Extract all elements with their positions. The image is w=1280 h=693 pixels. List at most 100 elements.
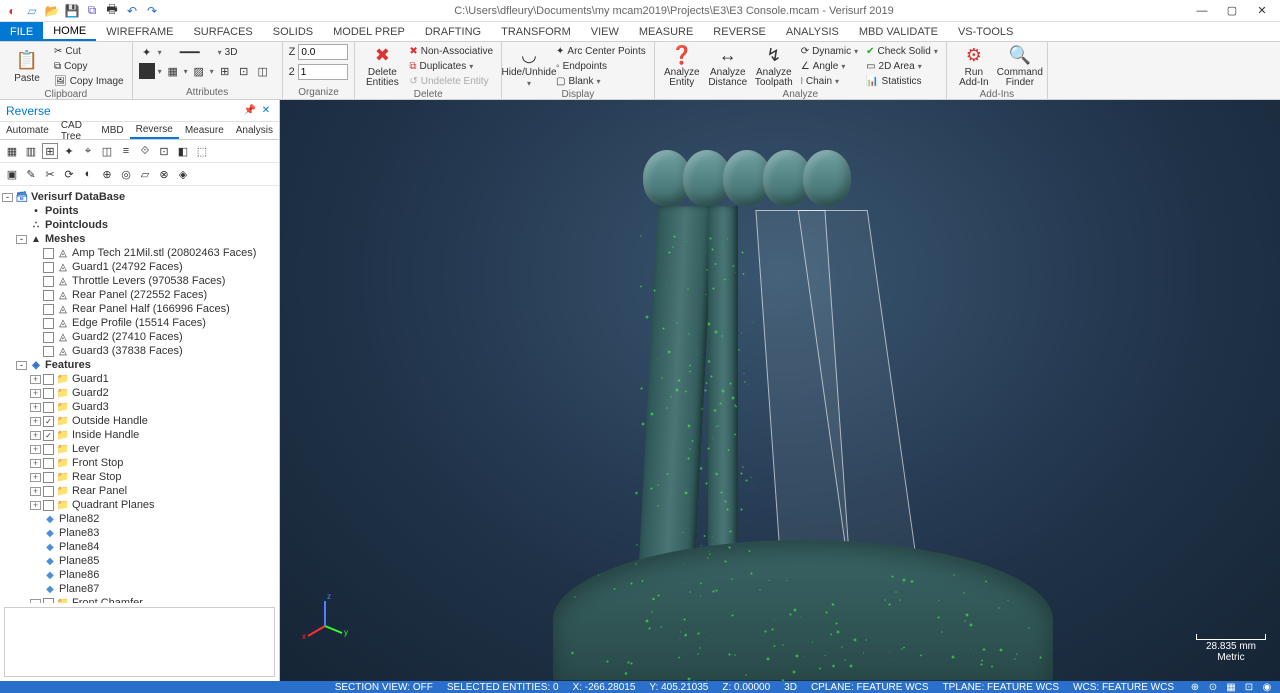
tree-node[interactable]: ◆Plane87 (2, 582, 277, 596)
tb-icon[interactable]: ⊗ (156, 166, 172, 182)
tree-node[interactable]: -🗃Verisurf DataBase (2, 190, 277, 204)
tree-expand-icon[interactable]: + (30, 375, 41, 384)
ptab-analysis[interactable]: Analysis (230, 122, 279, 139)
analyze-entity-button[interactable]: ❓Analyze Entity (661, 44, 703, 88)
status-view-icon[interactable]: ⊙ (1206, 681, 1220, 693)
blank-button[interactable]: ▢Blank▾ (554, 74, 648, 88)
undo-icon[interactable]: ↶ (124, 3, 140, 19)
z-input[interactable] (298, 44, 348, 60)
tb-icon[interactable]: ◐ (80, 166, 96, 182)
status-section[interactable]: SECTION VIEW: OFF (335, 682, 433, 693)
tree-node[interactable]: ◬Guard1 (24792 Faces) (2, 260, 277, 274)
tree-node[interactable]: -▲Meshes (2, 232, 277, 246)
attr-icon3[interactable]: ◫ (255, 63, 271, 79)
color-icon[interactable] (139, 63, 155, 79)
checksolid-button[interactable]: ✔Check Solid▾ (864, 44, 940, 58)
tree-checkbox[interactable] (43, 318, 54, 329)
tree-node[interactable]: ◬Amp Tech 21Mil.stl (20802463 Faces) (2, 246, 277, 260)
tree-node[interactable]: -📁Front Chamfer (2, 596, 277, 603)
tree-node[interactable]: +📁Rear Stop (2, 470, 277, 484)
tree-node[interactable]: ◬Rear Panel (272552 Faces) (2, 288, 277, 302)
tb-icon[interactable]: ≡ (118, 143, 134, 159)
tree-node[interactable]: ◬Guard3 (37838 Faces) (2, 344, 277, 358)
close-button[interactable]: ✕ (1248, 1, 1276, 21)
tree-expand-icon[interactable]: + (30, 473, 41, 482)
status-cplane[interactable]: CPLANE: FEATURE WCS (811, 682, 929, 693)
tree-checkbox[interactable] (43, 402, 54, 413)
tree-node[interactable]: ◬Rear Panel Half (166996 Faces) (2, 302, 277, 316)
tree-expand-icon[interactable]: + (30, 501, 41, 510)
status-cfg-icon[interactable]: ⊡ (1242, 681, 1256, 693)
tree-expand-icon[interactable]: + (30, 431, 41, 440)
tb-icon[interactable]: ◫ (99, 143, 115, 159)
ptab-measure[interactable]: Measure (179, 122, 230, 139)
tree-expand-icon[interactable]: + (30, 445, 41, 454)
tree-node[interactable]: ◆Plane86 (2, 568, 277, 582)
tb-icon[interactable]: ⟳ (61, 166, 77, 182)
tree-node[interactable]: ◬Throttle Levers (970538 Faces) (2, 274, 277, 288)
tree-checkbox[interactable]: ✓ (43, 416, 54, 427)
tree-node[interactable]: +📁Guard3 (2, 400, 277, 414)
analyze-toolpath-button[interactable]: ↯Analyze Toolpath (753, 44, 795, 88)
tb-icon[interactable]: ⌖ (80, 143, 96, 159)
tree-checkbox[interactable] (43, 458, 54, 469)
tree-node[interactable]: ∴Pointclouds (2, 218, 277, 232)
tree-node[interactable]: +📁Lever (2, 442, 277, 456)
tab-modelprep[interactable]: MODEL PREP (323, 22, 415, 41)
status-3d[interactable]: 3D (784, 682, 797, 693)
copyimage-button[interactable]: 🖼Copy Image (52, 74, 126, 88)
tb-icon[interactable]: ▥ (23, 143, 39, 159)
print-icon[interactable]: 🖶 (104, 3, 120, 19)
tree-checkbox[interactable] (43, 262, 54, 273)
status-wcs[interactable]: WCS: FEATURE WCS (1073, 682, 1174, 693)
tb-icon[interactable]: ✦ (61, 143, 77, 159)
tree-node[interactable]: ◬Edge Profile (15514 Faces) (2, 316, 277, 330)
tree-node[interactable]: ◆Plane83 (2, 526, 277, 540)
tree-checkbox[interactable] (43, 388, 54, 399)
tree-expand-icon[interactable]: + (30, 403, 41, 412)
dynamic-button[interactable]: ⟳Dynamic▾ (799, 44, 860, 58)
tree-node[interactable]: +📁Rear Panel (2, 484, 277, 498)
tree-checkbox[interactable]: ✓ (43, 430, 54, 441)
status-globe-icon[interactable]: ⊕ (1188, 681, 1202, 693)
layer-icon[interactable]: ▦ (165, 63, 181, 79)
tb-icon[interactable]: ⟐ (137, 143, 153, 159)
tree-expand-icon[interactable]: + (30, 417, 41, 426)
tab-solids[interactable]: SOLIDS (263, 22, 323, 41)
tb-icon[interactable]: ⬚ (194, 143, 210, 159)
ptab-cadtree[interactable]: CAD Tree (55, 122, 96, 139)
tree-checkbox[interactable] (43, 290, 54, 301)
attr-icon1[interactable]: ⊞ (217, 63, 233, 79)
area-button[interactable]: ▭2D Area▾ (864, 59, 940, 73)
tree-node[interactable]: ◆Plane82 (2, 512, 277, 526)
hatch-icon[interactable]: ▨ (191, 63, 207, 79)
tab-analysis[interactable]: ANALYSIS (776, 22, 849, 41)
tb-icon[interactable]: ⊕ (99, 166, 115, 182)
copy-button[interactable]: ⧉Copy (52, 59, 126, 73)
level-input[interactable] (298, 64, 348, 80)
command-finder-button[interactable]: 🔍Command Finder (999, 44, 1041, 88)
stats-button[interactable]: 📊Statistics (864, 74, 940, 88)
status-grid-icon[interactable]: ▦ (1224, 681, 1238, 693)
ptab-automate[interactable]: Automate (0, 122, 55, 139)
tree-expand-icon[interactable]: + (30, 487, 41, 496)
tab-measure[interactable]: MEASURE (629, 22, 703, 41)
tab-mbd[interactable]: MBD VALIDATE (849, 22, 948, 41)
paste-button[interactable]: 📋 Paste (6, 44, 48, 88)
endpoints-button[interactable]: ◦Endpoints (554, 59, 648, 73)
panel-pin-icon[interactable]: 📌 (243, 104, 257, 118)
tab-drafting[interactable]: DRAFTING (415, 22, 491, 41)
tree-checkbox[interactable] (43, 500, 54, 511)
tree-expand-icon[interactable]: + (30, 389, 41, 398)
tree-checkbox[interactable] (43, 304, 54, 315)
minimize-button[interactable]: — (1188, 1, 1216, 21)
tree-expand-icon[interactable]: - (2, 193, 13, 202)
new-icon[interactable]: ▱ (24, 3, 40, 19)
chain-button[interactable]: ⧘Chain▾ (799, 74, 860, 88)
tree-checkbox[interactable] (43, 472, 54, 483)
tree-node[interactable]: -◈Features (2, 358, 277, 372)
mode-3d[interactable]: 3D (225, 47, 238, 58)
delete-entities-button[interactable]: ✖ Delete Entities (361, 44, 403, 88)
save-icon[interactable]: 💾 (64, 3, 80, 19)
tree-checkbox[interactable] (43, 248, 54, 259)
